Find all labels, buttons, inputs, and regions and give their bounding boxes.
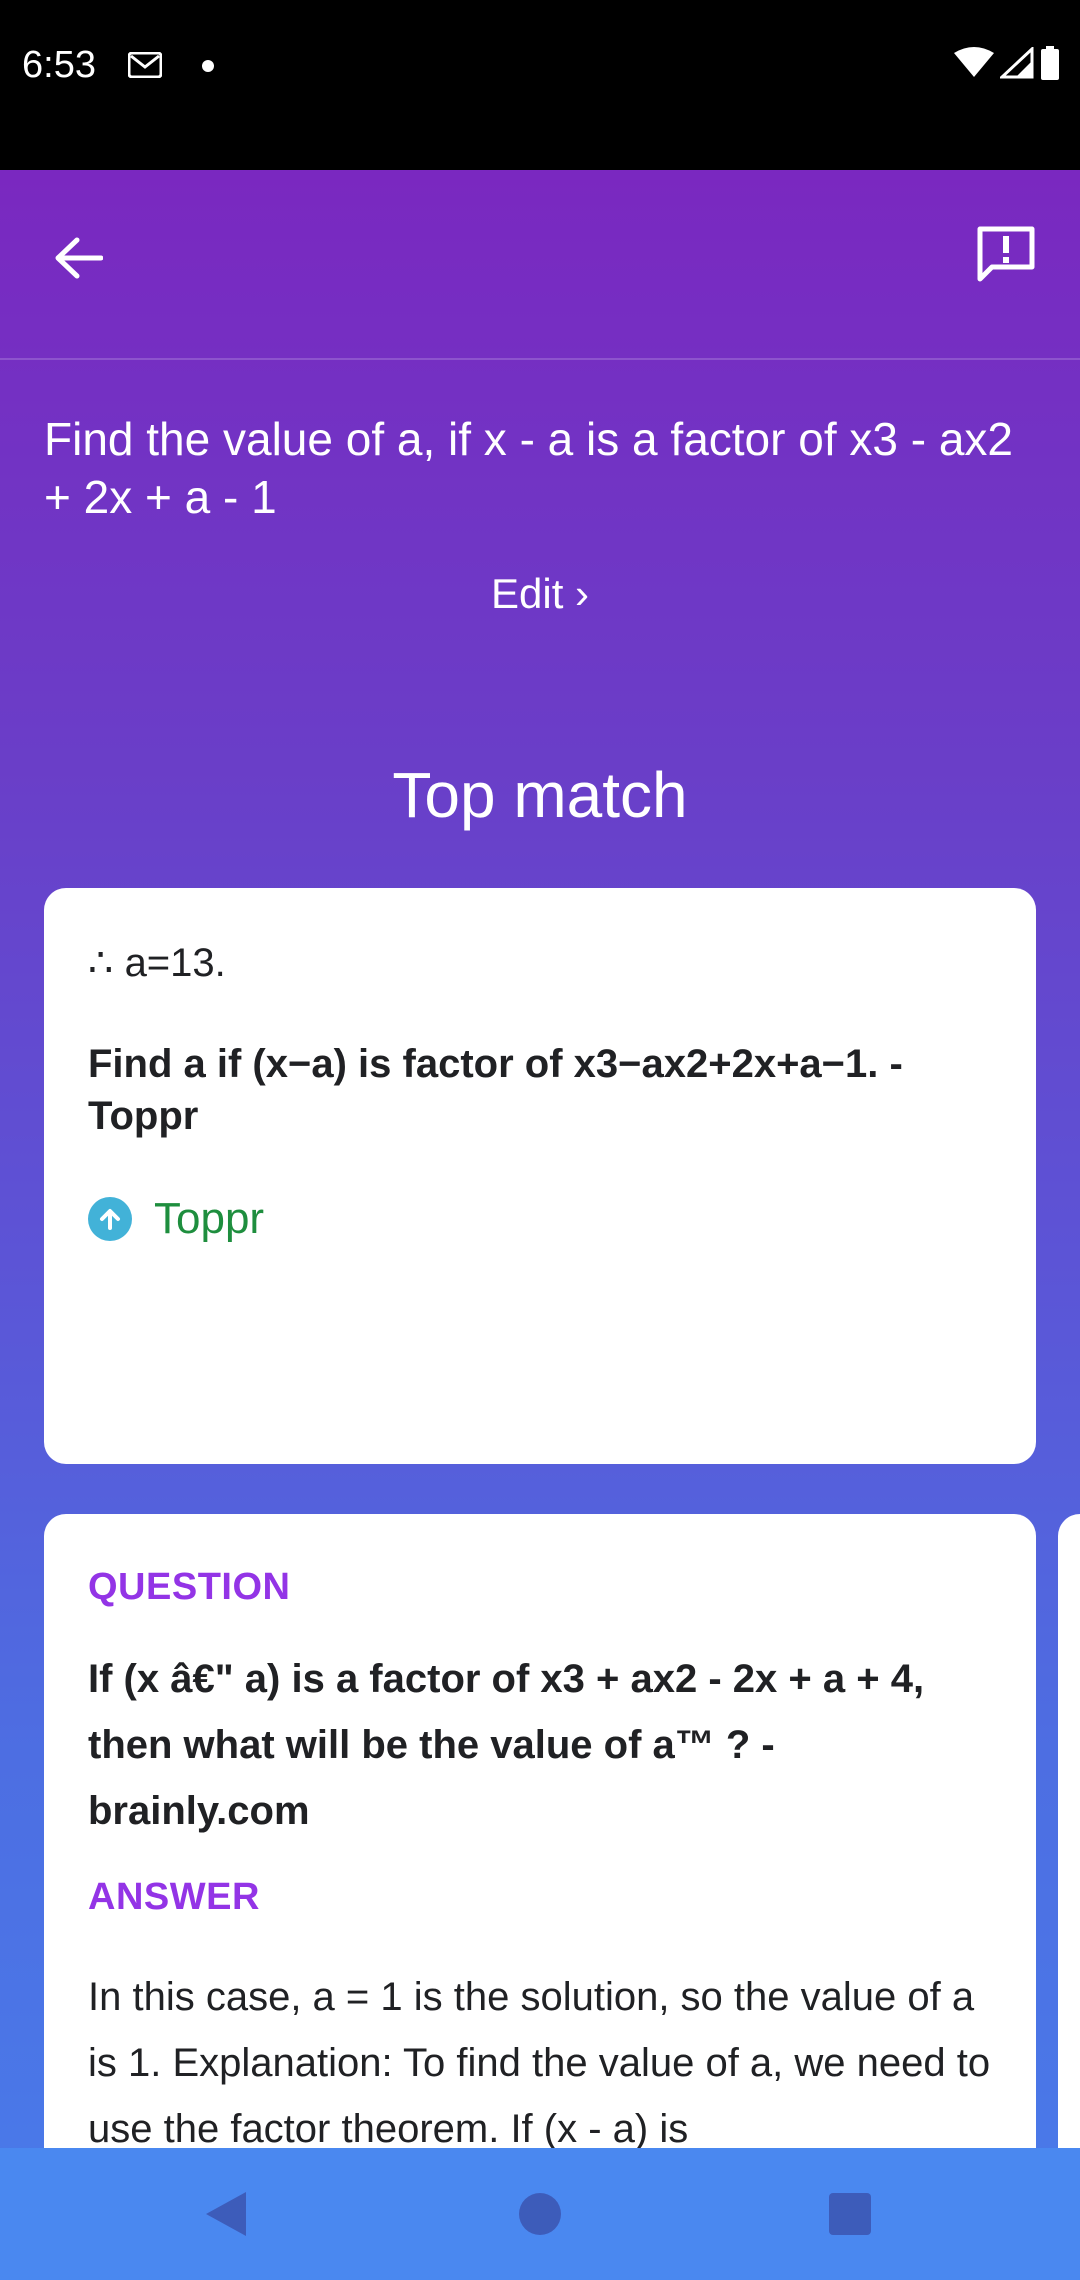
navigation-bar: [0, 2148, 1080, 2280]
signal-icon: [998, 45, 1034, 84]
gmail-icon: [127, 51, 163, 79]
answer-snippet: ∴ a=13.: [88, 941, 226, 985]
toolbar: [0, 170, 1080, 358]
query-text: Find the value of a, if x - a is a facto…: [44, 413, 1014, 523]
result-title[interactable]: Find a if (x−a) is factor of x3−ax2+2x+a…: [88, 1038, 988, 1142]
wifi-icon: [954, 47, 994, 84]
edit-label[interactable]: Edit ›: [491, 570, 589, 617]
answer-label: ANSWER: [88, 1876, 260, 1918]
triangle-back-icon: [204, 2190, 248, 2243]
arrow-left-icon: [53, 236, 104, 285]
status-bar: 6:53: [0, 0, 1080, 170]
answer-text: In this case, a = 1 is the solution, so …: [88, 1975, 991, 2148]
search-results: Find the value of a, if x - a is a facto…: [0, 170, 1080, 2148]
battery-icon: [1040, 46, 1060, 85]
status-time: 6:53: [22, 44, 96, 86]
qa-card[interactable]: QUESTION If (x â€" a) is a factor of x3 …: [44, 1514, 1036, 2148]
divider: [0, 358, 1080, 360]
notification-dot-icon: [202, 60, 214, 72]
feedback-icon: [976, 225, 1036, 288]
circle-home-icon: [518, 2192, 562, 2241]
nav-home-button[interactable]: [510, 2186, 570, 2246]
back-button[interactable]: [40, 222, 116, 298]
status-icons: [954, 45, 1060, 85]
question-text: If (x â€" a) is a factor of x3 + ax2 - 2…: [88, 1657, 925, 1833]
question-label: QUESTION: [88, 1566, 291, 1608]
top-match-card[interactable]: ∴ a=13. Find a if (x−a) is factor of x3−…: [44, 888, 1036, 1464]
nav-back-button[interactable]: [196, 2186, 256, 2246]
top-match-heading: Top match: [392, 759, 688, 831]
nav-recents-button[interactable]: [820, 2186, 880, 2246]
qa-heading: Q&A: [472, 1391, 608, 1463]
square-recents-icon: [828, 2192, 872, 2241]
source-name: Toppr: [154, 1194, 265, 1243]
feedback-button[interactable]: [966, 216, 1046, 296]
toppr-icon: [88, 1197, 132, 1241]
edit-query-link[interactable]: Edit ›: [0, 570, 1080, 618]
source-row[interactable]: Toppr: [88, 1194, 264, 1244]
next-qa-card[interactable]: [1058, 1514, 1080, 2148]
